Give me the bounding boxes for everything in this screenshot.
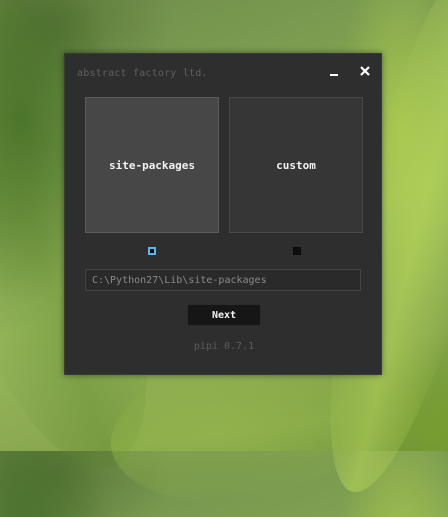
minimize-button[interactable] — [327, 64, 341, 78]
next-button-label: Next — [211, 309, 237, 321]
custom-radio[interactable] — [293, 247, 301, 255]
version-label: pipi 0.7.1 — [193, 341, 255, 352]
option-custom[interactable]: custom — [229, 97, 363, 233]
site-packages-radio[interactable] — [148, 247, 156, 255]
close-button[interactable] — [358, 64, 372, 78]
install-path-input[interactable] — [85, 269, 361, 291]
close-icon — [360, 66, 370, 76]
option-site-packages[interactable]: site-packages — [85, 97, 219, 233]
next-button[interactable]: Next — [187, 304, 261, 326]
minimize-icon — [330, 74, 338, 76]
installer-window: abstract factory ltd. site-packages cust… — [64, 53, 382, 375]
window-title: abstract factory ltd. — [77, 68, 208, 79]
option-label: custom — [276, 158, 316, 172]
option-label: site-packages — [108, 158, 196, 172]
